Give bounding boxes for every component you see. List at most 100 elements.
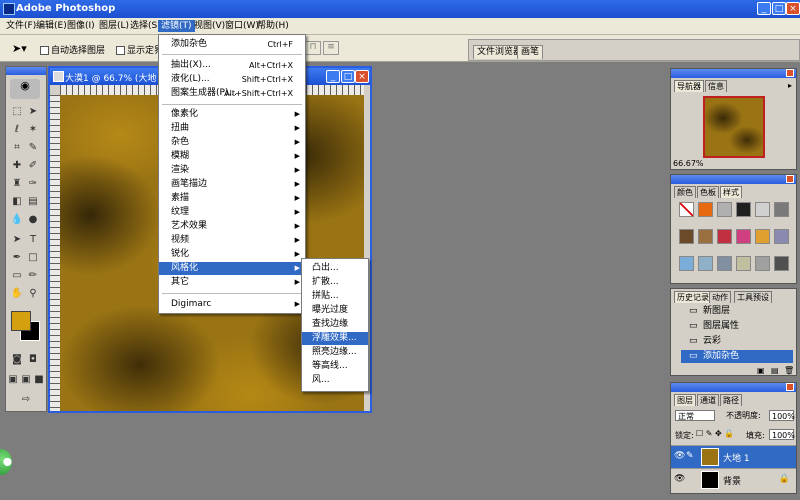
history-brush-icon[interactable]: ✑ — [26, 177, 40, 191]
style-swatch[interactable] — [717, 202, 732, 217]
dodge-tool-icon[interactable]: ● — [26, 213, 40, 227]
align-icon[interactable]: ⊓ — [305, 41, 321, 55]
menu-item-video[interactable]: 视频 ▶ — [159, 234, 305, 247]
tab-channels[interactable]: 通道 — [697, 394, 719, 406]
notes-tool-icon[interactable]: ▭ — [10, 269, 24, 283]
healing-brush-icon[interactable]: ✚ — [10, 159, 24, 173]
menu-item-noise[interactable]: 杂色 ▶ — [159, 136, 305, 149]
style-swatch[interactable] — [774, 229, 789, 244]
quick-mask-icon[interactable]: ◘ — [26, 353, 40, 367]
menu-item-pixelate[interactable]: 像素化 ▶ — [159, 108, 305, 121]
palette-menu-icon[interactable]: ▸ — [788, 81, 792, 90]
tab-actions[interactable]: 动作 — [709, 291, 731, 303]
style-swatch[interactable] — [774, 256, 789, 271]
trash-icon[interactable]: 🗑 — [784, 366, 794, 375]
new-snapshot-icon[interactable]: ▣ — [757, 366, 765, 375]
move-tool-icon[interactable]: ➤ — [26, 105, 40, 119]
pen-tool-icon[interactable]: ✒ — [10, 251, 24, 265]
hand-tool-icon[interactable]: ✋ — [10, 287, 24, 301]
distribute-icon[interactable]: ≡ — [323, 41, 339, 55]
layer-row[interactable]: 👁 ✎ 大地 1 — [671, 445, 796, 468]
submenu-item-wind[interactable]: 风... — [302, 374, 368, 387]
tab-navigator[interactable]: 导航器 — [674, 80, 704, 92]
tab-tool-presets[interactable]: 工具预设 — [734, 291, 772, 303]
style-swatch[interactable] — [679, 256, 694, 271]
menu-item-brush-strokes[interactable]: 画笔描边 ▶ — [159, 178, 305, 191]
path-select-icon[interactable]: ➤ — [10, 233, 24, 247]
menu-filter[interactable]: 滤镜(T) — [158, 20, 195, 32]
style-swatch[interactable] — [736, 229, 751, 244]
eraser-tool-icon[interactable]: ◧ — [10, 195, 24, 209]
style-swatch[interactable] — [698, 202, 713, 217]
new-document-icon[interactable]: ▤ — [771, 366, 779, 375]
opacity-field[interactable]: 100% — [769, 410, 795, 421]
menu-item-extract[interactable]: 抽出(X)... Alt+Ctrl+X — [159, 59, 305, 72]
menu-item-render[interactable]: 渲染 ▶ — [159, 164, 305, 177]
style-swatch[interactable] — [698, 229, 713, 244]
submenu-item-solarize[interactable]: 曝光过度 — [302, 304, 368, 317]
style-swatch[interactable] — [755, 229, 770, 244]
layer-row[interactable]: 👁 背景 🔒 — [671, 468, 796, 491]
menu-item-sharpen[interactable]: 锐化 ▶ — [159, 248, 305, 261]
style-swatch[interactable] — [755, 202, 770, 217]
lasso-tool-icon[interactable]: ℓ — [10, 123, 24, 137]
close-button[interactable]: × — [786, 2, 800, 15]
jump-to-imageready-icon[interactable]: ⇨ — [16, 393, 36, 407]
foreground-color-swatch[interactable] — [11, 311, 31, 331]
eyedropper-icon[interactable]: ✏ — [26, 269, 40, 283]
menu-item-blur[interactable]: 模糊 ▶ — [159, 150, 305, 163]
eye-icon[interactable]: 👁 — [674, 474, 685, 484]
tab-styles[interactable]: 样式 — [720, 186, 742, 198]
history-item[interactable]: ▭ 云彩 — [681, 335, 793, 348]
submenu-item-emboss[interactable]: 浮雕效果... — [302, 332, 368, 345]
marquee-tool-icon[interactable]: ⬚ — [10, 105, 24, 119]
zoom-tool-icon[interactable]: ⚲ — [26, 287, 40, 301]
tab-layers[interactable]: 图层 — [674, 394, 696, 406]
menu-item-stylize[interactable]: 风格化 ▶ — [159, 262, 305, 275]
submenu-item-find-edges[interactable]: 查找边缘 — [302, 318, 368, 331]
menu-item-texture[interactable]: 纹理 ▶ — [159, 206, 305, 219]
blend-mode-select[interactable]: 正常 — [675, 410, 715, 421]
submenu-item-trace-contour[interactable]: 等高线... — [302, 360, 368, 373]
maximize-button[interactable]: □ — [772, 2, 786, 15]
style-swatch[interactable] — [717, 256, 732, 271]
palette-close-icon[interactable] — [786, 69, 794, 77]
tab-info[interactable]: 信息 — [705, 80, 727, 92]
screen-mode-standard-icon[interactable]: ▣ — [6, 373, 20, 387]
doc-close-button[interactable]: × — [355, 70, 369, 83]
fill-field[interactable]: 100% — [769, 429, 795, 440]
tab-paths[interactable]: 路径 — [720, 394, 742, 406]
tab-brushes[interactable]: 画笔 — [517, 45, 544, 59]
submenu-item-glowing-edges[interactable]: 照亮边缘... — [302, 346, 368, 359]
history-item[interactable]: ▭ 新图层 — [681, 305, 793, 318]
menu-item-digimarc[interactable]: Digimarc ▶ — [159, 298, 305, 311]
screen-mode-menu-icon[interactable]: ▣ — [19, 373, 33, 387]
history-item[interactable]: ▭ 图层属性 — [681, 320, 793, 333]
move-tool-icon[interactable]: ➤▾ — [12, 42, 27, 55]
menu-help[interactable]: 帮助(H) — [254, 20, 292, 32]
minimize-button[interactable]: _ — [757, 2, 771, 15]
menu-item-artistic[interactable]: 艺术效果 ▶ — [159, 220, 305, 233]
style-swatch[interactable] — [774, 202, 789, 217]
navigator-zoom[interactable]: 66.67% — [673, 159, 704, 168]
adobe-online-icon[interactable]: ◉ — [10, 79, 40, 99]
tab-color[interactable]: 颜色 — [674, 186, 696, 198]
green-tray-icon[interactable]: ⬤ — [0, 449, 12, 475]
menu-item-pattern-maker[interactable]: 图案生成器(P)... Alt+Shift+Ctrl+X — [159, 87, 305, 100]
style-swatch[interactable] — [736, 256, 751, 271]
menu-item-liquify[interactable]: 液化(L)... Shift+Ctrl+X — [159, 73, 305, 86]
doc-maximize-button[interactable]: □ — [341, 70, 355, 83]
eye-icon[interactable]: 👁 — [674, 451, 685, 461]
tab-swatches[interactable]: 色板 — [697, 186, 719, 198]
menu-item-sketch[interactable]: 素描 ▶ — [159, 192, 305, 205]
lock-icons[interactable]: ☐ ✎ ✥ 🔒 — [696, 429, 734, 438]
magic-wand-icon[interactable]: ✶ — [26, 123, 40, 137]
tab-history[interactable]: 历史记录 — [674, 291, 712, 303]
menu-item-other[interactable]: 其它 ▶ — [159, 276, 305, 289]
style-swatch[interactable] — [698, 256, 713, 271]
submenu-item-tiles[interactable]: 拼贴... — [302, 290, 368, 303]
gradient-tool-icon[interactable]: ▤ — [26, 195, 40, 209]
shape-tool-icon[interactable]: □ — [26, 251, 40, 265]
brush-tool-icon[interactable]: ✐ — [26, 159, 40, 173]
crop-tool-icon[interactable]: ⌗ — [10, 141, 24, 155]
